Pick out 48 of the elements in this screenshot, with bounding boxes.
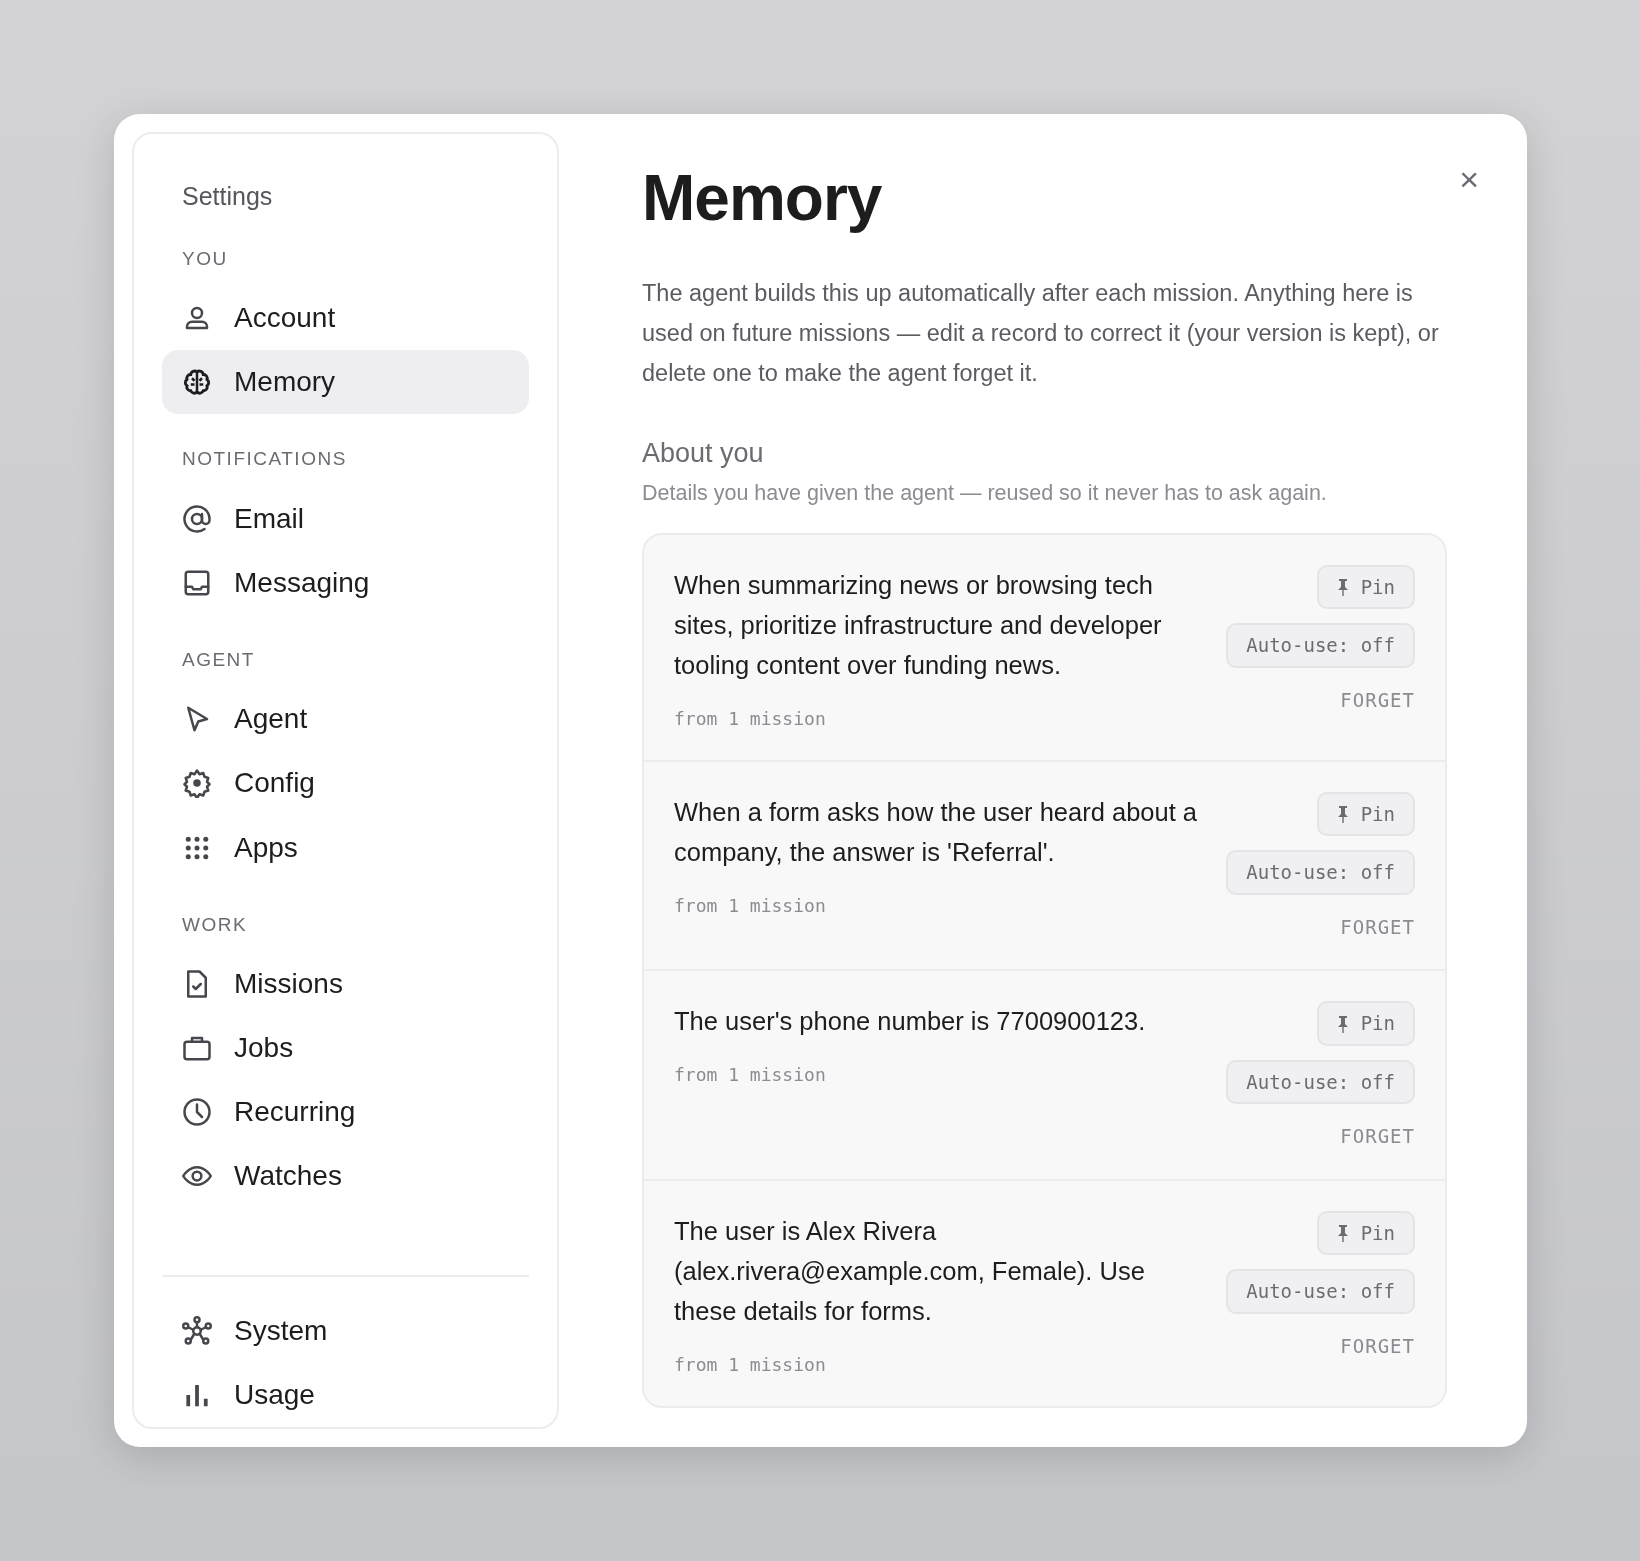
pin-icon [1336, 1224, 1349, 1243]
auto-use-toggle[interactable]: Auto-use: off [1226, 850, 1415, 895]
section-heading: AGENT [182, 647, 256, 672]
record-source: from 1 mission [674, 706, 827, 731]
pin-button[interactable]: Pin [1316, 791, 1415, 837]
at-sign-icon [182, 503, 212, 534]
pin-icon [1336, 578, 1349, 597]
record-text: When a form asks how the user heard about a company, the answer is 'Referral'. [674, 796, 1199, 868]
auto-use-toggle[interactable]: Auto-use: off [1226, 1059, 1415, 1105]
record-text: The user's phone number is 7700900123. [674, 1006, 1147, 1038]
sidebar-item[interactable]: Watches [162, 1144, 529, 1209]
sidebar-item[interactable]: Recurring [162, 1080, 529, 1145]
sidebar-item[interactable]: Apps [162, 815, 529, 880]
sidebar-item[interactable]: Account [162, 286, 529, 351]
record-text: The user is Alex Rivera (alex.rivera@example.com, Female). Use these details for forms. [674, 1215, 1146, 1327]
clock-icon [182, 1097, 212, 1128]
pin-button[interactable]: Pin [1316, 1210, 1415, 1256]
description-text: The agent builds this up automatically after each mission. Anything here is used on future missions — edit a record to correct it (your version is kept), or delete one to make the agent forget it. [642, 278, 1440, 388]
page-title: Memory [642, 161, 883, 236]
section-title: About you [642, 436, 765, 470]
close-button[interactable]: × [1455, 162, 1483, 196]
pin-icon [1336, 1014, 1349, 1033]
sidebar-item[interactable]: Agent [162, 686, 529, 752]
pin-button[interactable]: Pin [1316, 1001, 1415, 1046]
record-text: When summarizing news or browsing tech sites, prioritize infrastructure and developer tooling content over funding news. [674, 569, 1163, 681]
sidebar-item[interactable]: Missions [162, 951, 529, 1016]
record-source: from 1 mission [674, 1063, 827, 1088]
sidebar-item[interactable]: System [162, 1298, 529, 1363]
sidebar-title: Settings [182, 181, 274, 212]
settings-icon [182, 768, 212, 799]
sidebar-item[interactable]: Email [162, 486, 529, 551]
record-source: from 1 mission [674, 893, 827, 918]
section-heading: YOU [182, 247, 229, 271]
sidebar-item[interactable]: Jobs [162, 1015, 529, 1081]
record-source: from 1 mission [674, 1352, 827, 1377]
section-subtitle: Details you have given the agent — reused so it never has to ask again. [642, 479, 1328, 507]
section-heading: WORK [182, 912, 249, 937]
auto-use-toggle[interactable]: Auto-use: off [1226, 623, 1415, 668]
network-icon [182, 1315, 212, 1346]
sidebar-item[interactable]: Messaging [162, 550, 529, 615]
sidebar-item[interactable]: Usage [162, 1362, 529, 1427]
sidebar-item[interactable]: Config [162, 751, 529, 816]
sidebar-item[interactable]: Memory [162, 350, 529, 415]
section-heading: NOTIFICATIONS [182, 447, 348, 472]
pin-icon [1336, 805, 1349, 824]
pin-button[interactable]: Pin [1316, 564, 1415, 610]
brain-icon [182, 367, 212, 398]
auto-use-toggle[interactable]: Auto-use: off [1226, 1269, 1415, 1314]
